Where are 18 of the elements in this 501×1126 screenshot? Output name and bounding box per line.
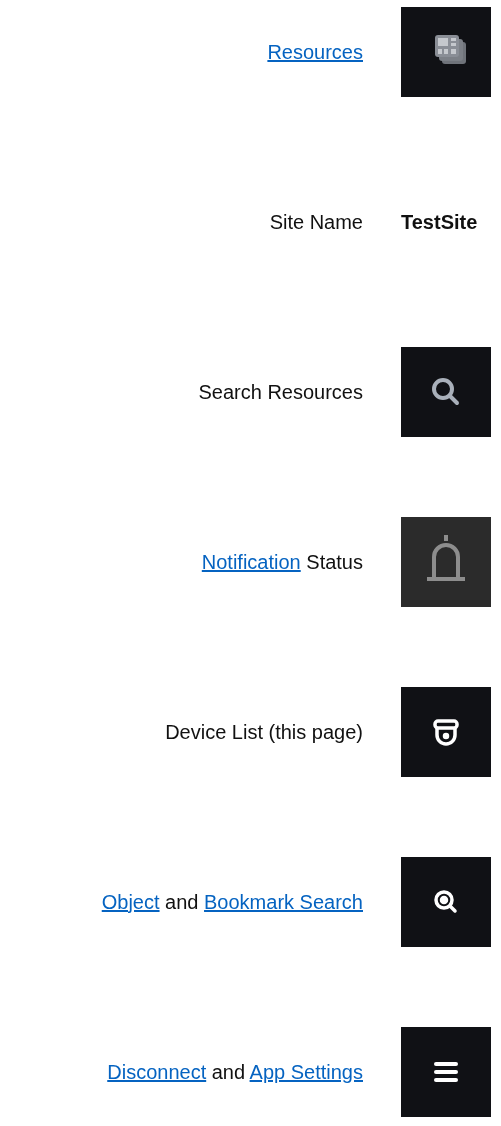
bell-icon [401,517,491,607]
link[interactable]: Bookmark Search [204,890,363,913]
label-text: Device List (this page) [165,720,363,743]
link[interactable]: Resources [267,40,363,63]
link[interactable]: App Settings [249,1060,363,1083]
label-text: and [164,890,200,913]
menu-icon [401,1027,491,1117]
label-text: Status [305,550,363,573]
link[interactable]: Notification [201,550,301,573]
label-text: and [210,1060,247,1083]
label-text: Site Name [269,210,363,233]
link[interactable]: Object [101,890,160,913]
link[interactable]: Disconnect [107,1060,207,1083]
site-name-value: TestSite [401,210,478,234]
label-text: Search Resources [198,380,363,403]
camera-icon [401,687,491,777]
search-icon [401,347,491,437]
object-search-icon [401,857,491,947]
